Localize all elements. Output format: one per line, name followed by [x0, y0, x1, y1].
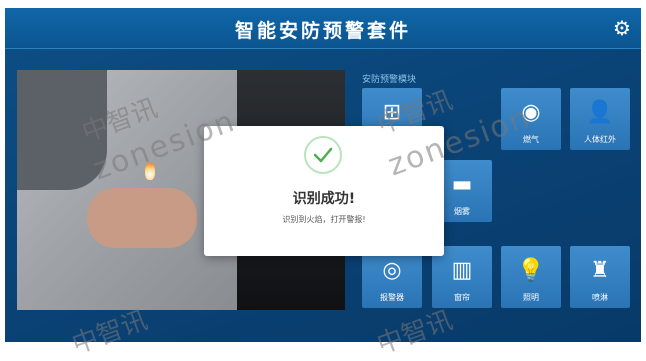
tile-label: 窗帘 [454, 293, 470, 302]
curtain-icon: ▥ [451, 258, 473, 283]
hidden-tile-icon: ⊞ [382, 100, 402, 125]
tile-sprinkler[interactable]: ♜ 喷淋 [570, 246, 630, 308]
header-bar: 智能安防预警套件 ⚙ [5, 8, 641, 49]
camera-arm-shape [17, 70, 107, 190]
dialog-message: 识别到火焰，打开警报! [282, 215, 366, 224]
dialog-title: 识别成功! [292, 191, 356, 207]
sprinkler-icon: ♜ [590, 258, 610, 283]
flame-icon [145, 162, 155, 180]
tile-label: 照明 [523, 293, 539, 302]
alarm-icon: ◎ [382, 258, 402, 283]
gear-icon[interactable]: ⚙ [611, 17, 633, 39]
success-check-icon [304, 136, 342, 174]
person-icon: 👤 [586, 100, 614, 125]
app-title: 智能安防预警套件 [234, 20, 411, 42]
tile-gas[interactable]: ◉ 燃气 [501, 88, 561, 150]
tile-pir[interactable]: 👤 人体红外 [570, 88, 630, 150]
bulb-icon: 💡 [517, 258, 545, 283]
camera-hand-shape [87, 188, 197, 248]
tile-label: 人体红外 [584, 135, 616, 144]
section-label: 安防预警模块 [362, 75, 417, 85]
app-screen: 智能安防预警套件 ⚙ 安防预警模块 ⊞ ◉ 燃气 👤 人体红外 ▤ ▬ 烟雾 ◎… [5, 8, 641, 342]
check-icon [313, 147, 333, 163]
gas-sensor-icon: ◉ [521, 100, 541, 125]
tile-label: 喷淋 [592, 293, 608, 302]
success-dialog: 识别成功! 识别到火焰，打开警报! [204, 126, 444, 256]
tile-label: 燃气 [523, 135, 539, 144]
tile-light[interactable]: 💡 照明 [501, 246, 561, 308]
tile-label: 报警器 [380, 293, 404, 302]
